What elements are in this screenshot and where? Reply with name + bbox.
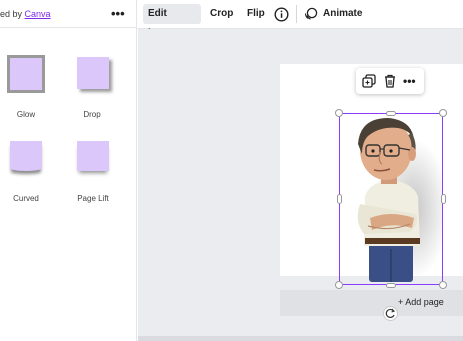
shadows-panel: ed by Canva ••• Glow Drop Curved Page Li… <box>0 0 137 341</box>
flip-button[interactable]: Flip <box>242 4 270 24</box>
panel-header: ed by Canva ••• <box>0 0 137 28</box>
glow-preview <box>7 55 45 93</box>
page-lift-preview <box>77 141 109 171</box>
bottom-scrollbar-track[interactable] <box>138 336 463 341</box>
resize-handle-bottom-right[interactable] <box>439 281 447 289</box>
add-page-label: + Add page <box>398 297 444 307</box>
resize-handle-top-left[interactable] <box>335 109 343 117</box>
resize-handle-left[interactable] <box>337 194 342 204</box>
curved-preview <box>10 141 42 171</box>
resize-handle-top-right[interactable] <box>439 109 447 117</box>
drop-preview <box>77 57 109 89</box>
more-icon[interactable]: ••• <box>403 73 419 89</box>
animate-control[interactable]: Animate <box>304 4 364 24</box>
resize-handle-top[interactable] <box>386 111 396 116</box>
toolbar-divider <box>296 5 297 23</box>
resize-handle-bottom-left[interactable] <box>335 281 343 289</box>
crop-button[interactable]: Crop <box>205 4 238 24</box>
more-options-button[interactable]: ••• <box>111 6 125 21</box>
element-context-menu: ••• <box>356 68 424 94</box>
rotate-handle[interactable] <box>383 306 398 321</box>
brand-credit: ed by Canva <box>0 9 51 19</box>
duplicate-icon[interactable] <box>361 73 377 89</box>
canva-link[interactable]: Canva <box>25 9 51 19</box>
selection-box <box>339 113 443 285</box>
effect-label-glow: Glow <box>16 110 36 119</box>
effect-label-page-lift: Page Lift <box>77 194 109 203</box>
brand-prefix: ed by <box>0 9 25 19</box>
effect-label-curved: Curved <box>13 194 39 203</box>
resize-handle-bottom[interactable] <box>386 283 396 288</box>
rotate-icon <box>385 308 395 319</box>
edit-image-button[interactable]: Edit image <box>143 4 201 39</box>
resize-handle-right[interactable] <box>441 194 446 204</box>
info-icon[interactable] <box>274 7 289 22</box>
animate-label: Animate <box>323 8 363 19</box>
add-page-bar[interactable]: + Add page <box>280 290 463 316</box>
effect-label-drop: Drop <box>83 110 101 119</box>
trash-icon[interactable] <box>382 73 398 89</box>
animate-icon <box>304 7 318 21</box>
top-toolbar: Edit image Crop Flip Animate <box>137 0 463 39</box>
